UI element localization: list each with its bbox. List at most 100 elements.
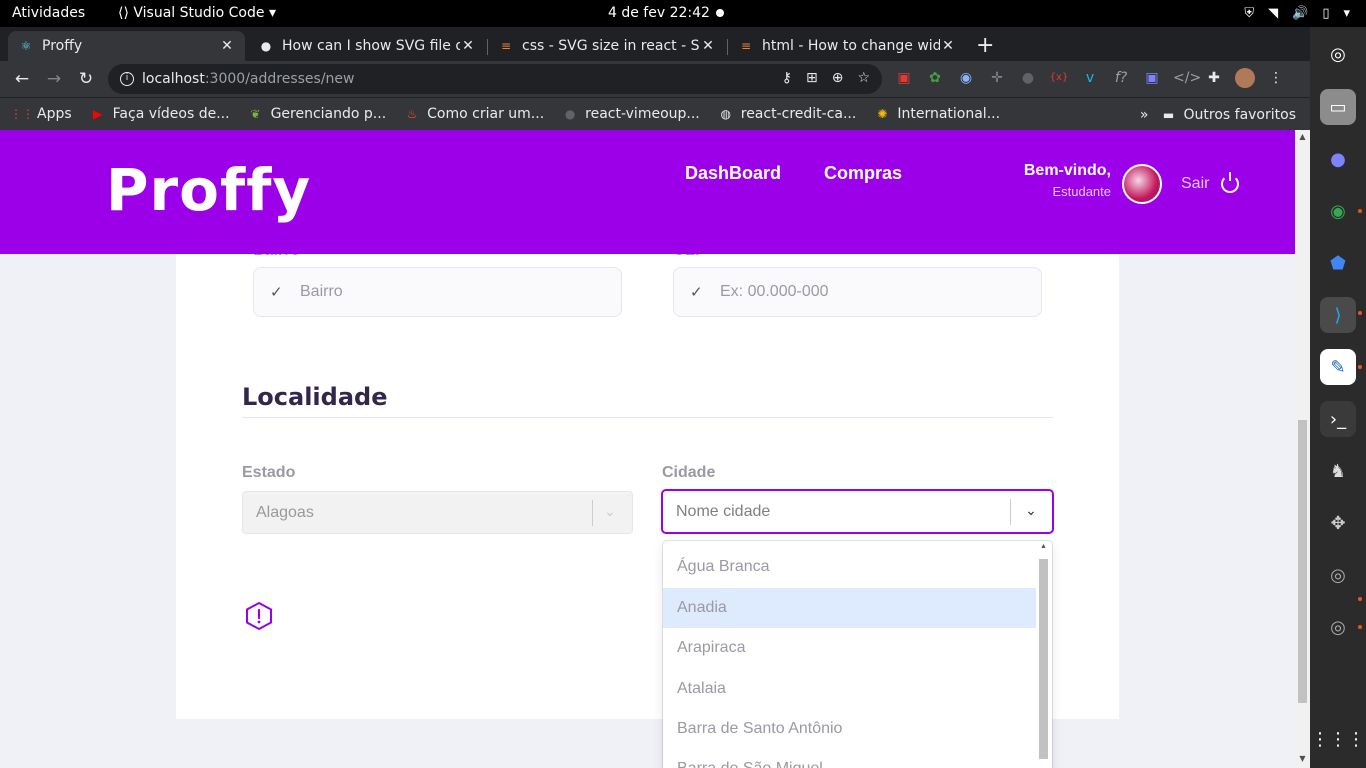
firefox-dev-icon[interactable]: ● xyxy=(1320,141,1356,177)
menu-dots-icon[interactable]: ⋮ xyxy=(1266,68,1286,88)
inkscape-icon[interactable]: ✥ xyxy=(1320,505,1356,541)
city-option[interactable]: Arapiraca xyxy=(663,628,1036,668)
bookmark-label: react-credit-ca... xyxy=(740,106,857,122)
github-icon: ● xyxy=(564,107,576,121)
more-bookmarks-button[interactable]: » xyxy=(1140,107,1149,123)
city-option[interactable]: Atalaia xyxy=(663,669,1036,709)
tab-title: css - SVG size in react - Sta xyxy=(522,38,700,54)
bookmark-label: International... xyxy=(897,106,1001,122)
zoom-icon[interactable]: ⊕ xyxy=(832,70,844,86)
close-icon[interactable]: ✕ xyxy=(460,38,476,54)
city-option[interactable]: Barra de Santo Antônio xyxy=(663,709,1036,749)
obs-icon[interactable]: ◎ xyxy=(1320,36,1356,72)
globe-icon: ◍ xyxy=(720,107,731,121)
check-icon: ✓ xyxy=(270,284,283,301)
disk-icon[interactable]: ◎ xyxy=(1320,557,1356,593)
extension-b-icon[interactable]: ▣ xyxy=(1142,68,1162,88)
nav-dashboard[interactable]: DashBoard xyxy=(685,163,781,184)
activities-button[interactable]: Atividades xyxy=(12,0,85,27)
key-icon[interactable]: ⚷ xyxy=(782,70,792,86)
close-icon[interactable]: ✕ xyxy=(700,38,716,54)
estado-value: Alagoas xyxy=(256,503,314,521)
terminal-icon[interactable]: ›_ xyxy=(1320,401,1356,437)
chevron-down-icon: ⌄ xyxy=(1025,502,1037,518)
disk-icon[interactable]: ◎ xyxy=(1320,609,1356,645)
extension-braces-icon[interactable]: {x} xyxy=(1049,68,1069,88)
bairro-field[interactable]: ✓ Bairro xyxy=(253,267,622,317)
app-header: Proffy DashBoard Compras Bem-vindo, Estu… xyxy=(0,130,1295,254)
logout-button[interactable]: Sair xyxy=(1181,172,1240,193)
cep-field[interactable]: ✓ Ex: 00.000-000 xyxy=(673,267,1042,317)
extension-dark-icon[interactable]: ● xyxy=(1018,68,1038,88)
bookmark-label: Gerenciando p... xyxy=(270,106,387,122)
bookmark-react-vimeo[interactable]: ● react-vimeoup... xyxy=(562,106,700,122)
system-tray[interactable]: ⛨ ◥ 🔊 ▯ ▾ xyxy=(1244,0,1350,27)
bookmark-gerenciando[interactable]: ❦ Gerenciando p... xyxy=(248,106,387,122)
apps-grid-icon: ⋮⋮ xyxy=(10,107,34,121)
bookmark-youtube[interactable]: ▶ Faça vídeos de... xyxy=(90,106,230,122)
city-option-highlighted[interactable]: Anadia xyxy=(663,588,1036,628)
app-menu[interactable]: ⟨⟩ Visual Studio Code ▾ xyxy=(118,0,276,27)
bookmark-international[interactable]: ✺ International... xyxy=(874,106,1000,122)
section-title: Localidade xyxy=(242,383,388,411)
system-top-bar: Atividades ⟨⟩ Visual Studio Code ▾ 4 de … xyxy=(0,0,1366,27)
omnibox-actions: ⚷ ⊞ ⊕ ☆ xyxy=(782,70,870,86)
text-editor-icon[interactable]: ✎ xyxy=(1320,349,1356,385)
close-icon[interactable]: ✕ xyxy=(940,38,956,54)
extension-f-icon[interactable]: f? xyxy=(1111,68,1131,88)
maps-icon[interactable]: ⬟ xyxy=(1320,245,1356,281)
select-separator xyxy=(1010,499,1011,525)
address-bar[interactable]: i localhost:3000/addresses/new ⚷ ⊞ ⊕ ☆ xyxy=(108,64,882,94)
back-button[interactable]: ← xyxy=(10,67,34,91)
tab-stackoverflow-1[interactable]: ≡ css - SVG size in react - Sta ✕ xyxy=(488,31,726,61)
chrome-icon[interactable]: ◉ xyxy=(1320,193,1356,229)
avatar[interactable] xyxy=(1122,164,1162,204)
extension-code-icon[interactable]: </> xyxy=(1173,68,1201,88)
extension-color-icon[interactable]: ✿ xyxy=(925,68,945,88)
puzzle-icon[interactable]: ✚ xyxy=(1204,68,1224,88)
tab-stackoverflow-2[interactable]: ≡ html - How to change wid ✕ xyxy=(728,31,966,61)
close-icon[interactable]: ✕ xyxy=(219,38,235,54)
bookmarks-bar: ⋮⋮ Apps ▶ Faça vídeos de... ❦ Gerenciando p… xyxy=(0,97,1310,130)
tab-title: How can I show SVG file o xyxy=(282,38,460,54)
vscode-icon[interactable]: ⟩ xyxy=(1320,297,1356,333)
forward-button[interactable]: → xyxy=(42,67,66,91)
volume-icon: 🔊 xyxy=(1292,6,1309,21)
profile-avatar-icon[interactable] xyxy=(1235,68,1255,88)
scroll-up-arrow[interactable]: ▲ xyxy=(1298,132,1307,141)
extension-red-icon[interactable]: ▣ xyxy=(894,68,914,88)
bookmark-react-credit[interactable]: ◍ react-credit-ca... xyxy=(718,106,857,122)
scroll-up-arrow[interactable]: ▲ xyxy=(1039,543,1048,550)
translate-icon[interactable]: ⊞ xyxy=(806,70,818,86)
dropdown-scrollbar-thumb[interactable] xyxy=(1039,559,1048,759)
bookmark-star-icon[interactable]: ☆ xyxy=(857,70,870,86)
bookmark-apps[interactable]: ⋮⋮ Apps xyxy=(10,106,72,122)
page-scrollbar[interactable]: ▲ ▼ xyxy=(1295,130,1310,768)
cidade-select[interactable]: Nome cidade ⌄ xyxy=(662,490,1053,533)
city-option[interactable]: Água Branca xyxy=(663,547,1036,587)
bookmark-como-criar[interactable]: ♨ Como criar um... xyxy=(404,106,544,122)
bookmark-label: Como criar um... xyxy=(427,106,545,122)
tab-title: Proffy xyxy=(42,38,83,54)
running-indicator xyxy=(1358,209,1362,213)
tab-github[interactable]: ● How can I show SVG file o ✕ xyxy=(248,31,486,61)
scrollbar-thumb[interactable] xyxy=(1298,420,1307,703)
tab-proffy[interactable]: ⚛ Proffy ✕ xyxy=(8,31,245,61)
info-icon[interactable]: i xyxy=(120,72,134,86)
vimeo-icon[interactable]: v xyxy=(1080,68,1100,88)
estado-select[interactable]: Alagoas ⌄ xyxy=(242,491,633,534)
extension-move-icon[interactable]: ✛ xyxy=(987,68,1007,88)
city-option[interactable]: Barra de São Miguel xyxy=(663,749,1036,768)
reload-button[interactable]: ↻ xyxy=(74,67,98,91)
browser-toolbar: ← → ↻ i localhost:3000/addresses/new ⚷ ⊞… xyxy=(0,61,1310,97)
clock[interactable]: 4 de fev 22:42 xyxy=(608,0,710,27)
proffy-logo[interactable]: Proffy xyxy=(106,156,311,224)
other-bookmarks[interactable]: ▬ Outros favoritos xyxy=(1161,107,1296,123)
show-apps-icon[interactable]: ⋮⋮⋮ xyxy=(1311,721,1365,757)
files-icon[interactable]: ▭ xyxy=(1320,89,1356,125)
extension-circle-icon[interactable]: ◉ xyxy=(956,68,976,88)
scroll-down-arrow[interactable]: ▼ xyxy=(1298,754,1307,763)
gimp-icon[interactable]: ♞ xyxy=(1320,453,1356,489)
nav-compras[interactable]: Compras xyxy=(824,163,902,184)
new-tab-button[interactable]: + xyxy=(976,33,994,58)
